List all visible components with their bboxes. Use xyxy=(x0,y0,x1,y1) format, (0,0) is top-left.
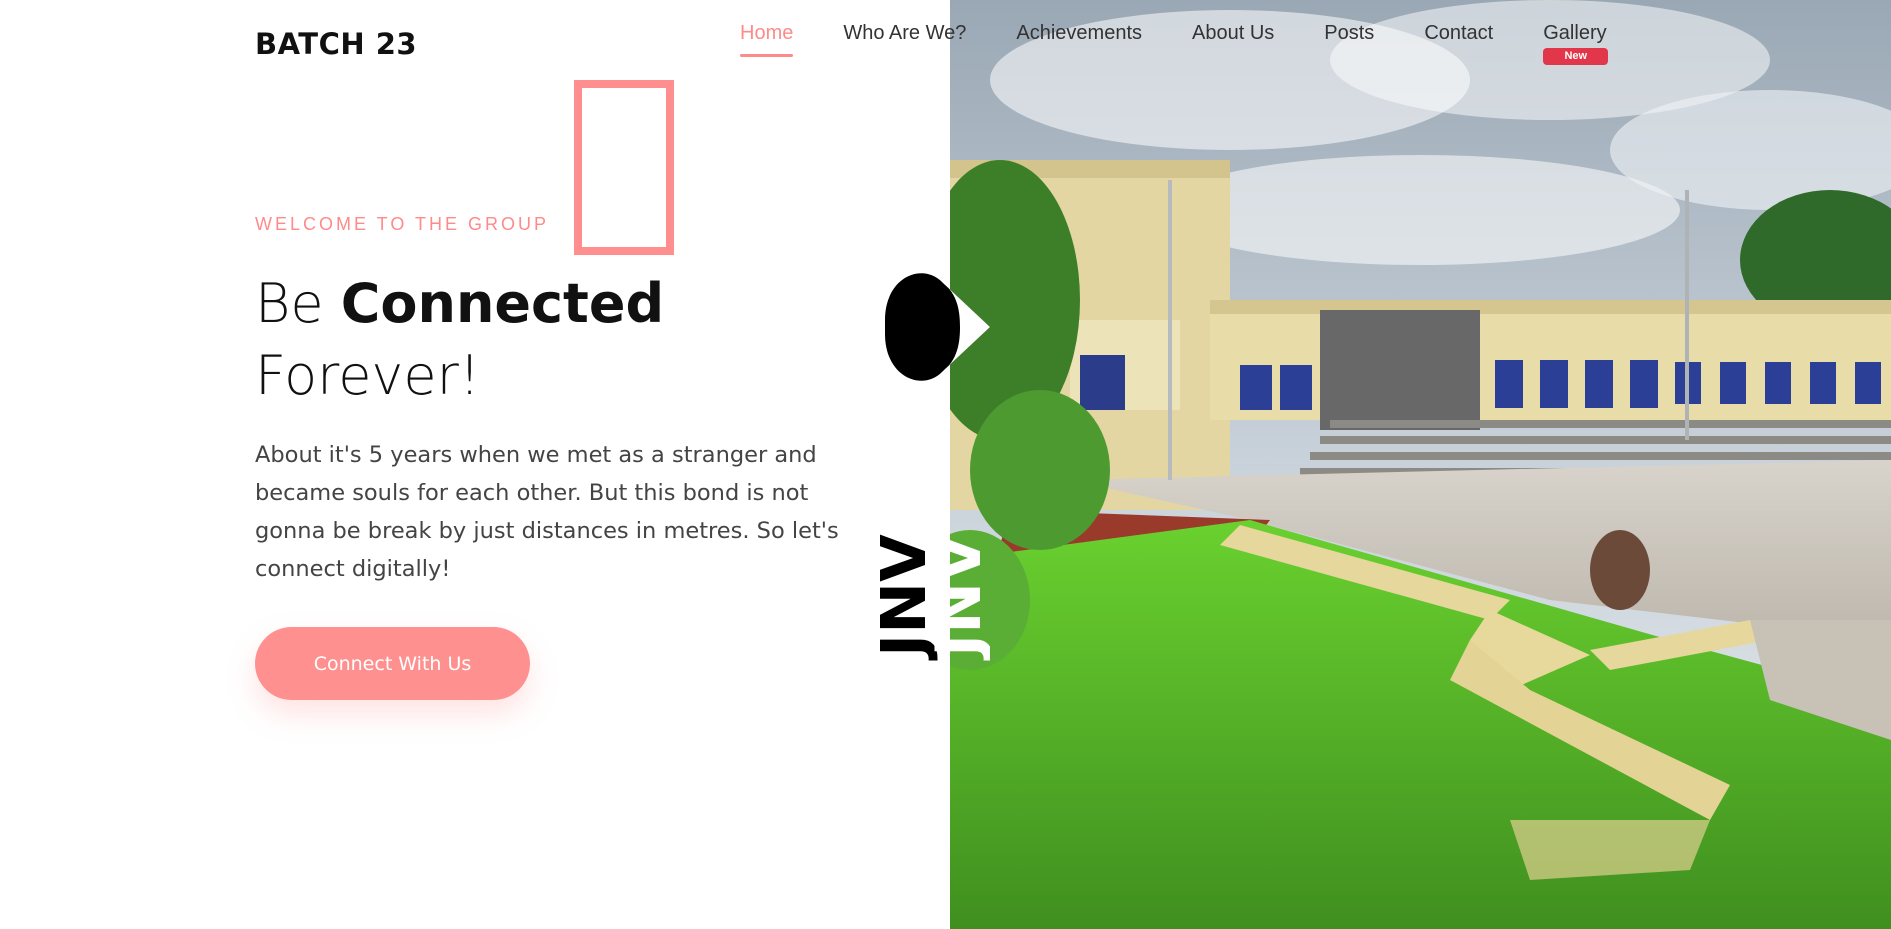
hero-headline: Be Connected Forever! xyxy=(255,268,664,412)
new-badge: New xyxy=(1543,48,1609,65)
headline-line-forever: Forever! xyxy=(255,344,481,407)
connect-with-us-button[interactable]: Connect With Us xyxy=(255,627,530,700)
brand-logo-text[interactable]: BATCH 23 xyxy=(255,27,417,61)
hero-description: About it's 5 years when we met as a stra… xyxy=(255,442,839,582)
jnv-logo: JNV JNV xyxy=(867,262,995,672)
welcome-subtitle: WELCOME TO THE GROUP xyxy=(255,214,550,234)
headline-word-be: Be xyxy=(255,272,324,335)
hero-campus-photo xyxy=(950,0,1891,929)
nav-contact[interactable]: Contact xyxy=(1424,22,1493,45)
nav-posts[interactable]: Posts xyxy=(1324,22,1374,45)
jnv-logo-text: JNV JNV xyxy=(867,534,995,661)
nav-who-are-we[interactable]: Who Are We? xyxy=(843,22,966,45)
nav-gallery-label: Gallery xyxy=(1543,22,1607,44)
nav-home[interactable]: Home xyxy=(740,22,794,57)
nav-gallery[interactable]: Gallery New xyxy=(1543,22,1609,65)
nav-achievements[interactable]: Achievements xyxy=(1016,22,1142,45)
headline-word-connected: Connected xyxy=(340,272,665,335)
main-nav: Home Who Are We? Achievements About Us P… xyxy=(740,22,1609,65)
nav-about-us[interactable]: About Us xyxy=(1192,22,1274,45)
decorative-frame xyxy=(574,80,674,255)
svg-text:JNV: JNV xyxy=(922,534,990,661)
heart-icon xyxy=(885,273,990,381)
